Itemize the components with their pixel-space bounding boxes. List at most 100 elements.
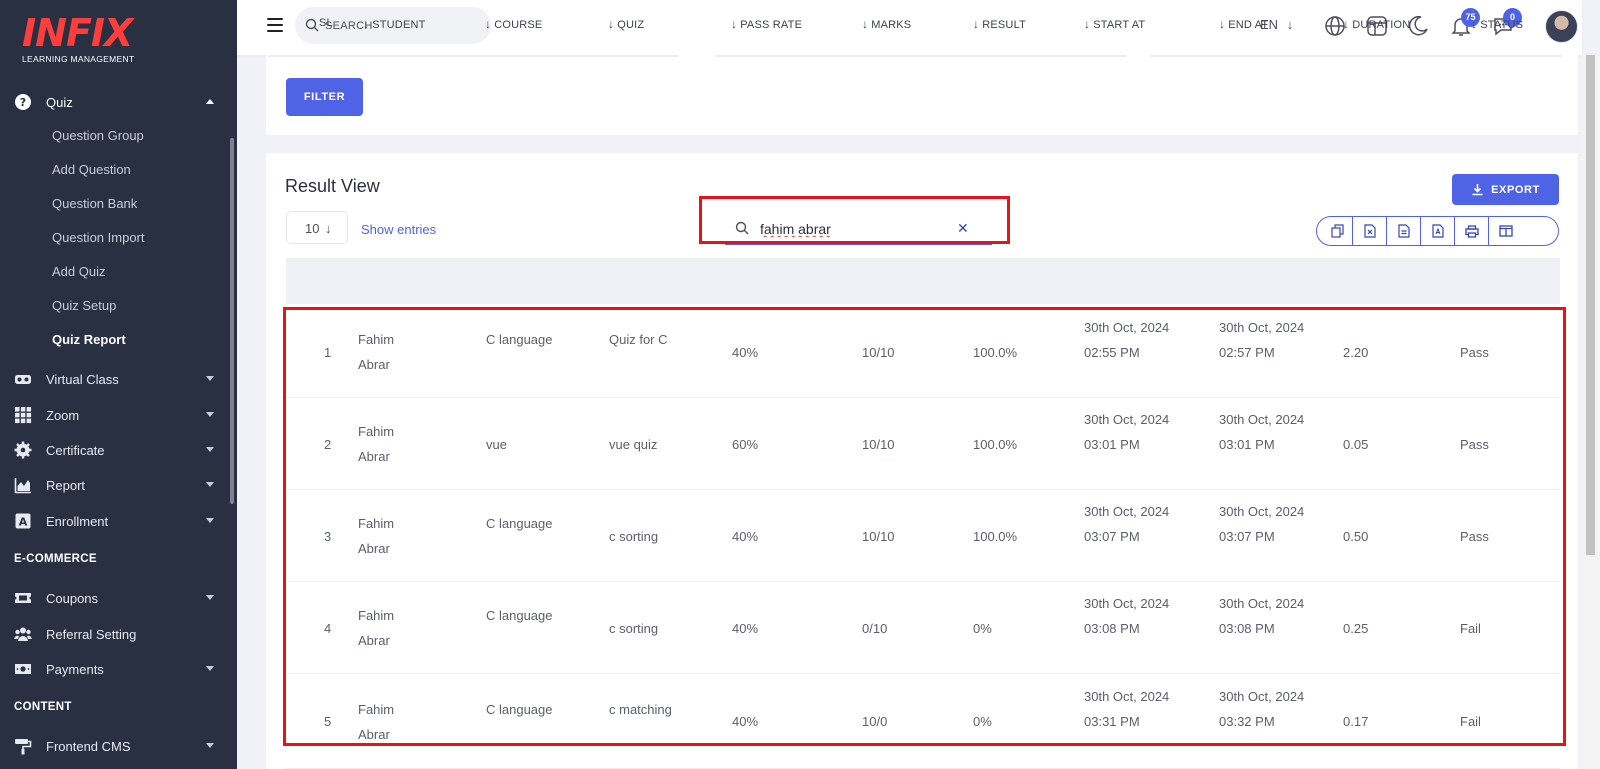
sidebar-item-frontend-cms[interactable]: Frontend CMS (0, 731, 230, 761)
copy-button[interactable] (1317, 217, 1353, 245)
filter-field-edge (716, 55, 1126, 57)
sidebar-item-referral-setting[interactable]: Referral Setting (0, 619, 230, 649)
sidebar-scrollbar[interactable] (230, 138, 234, 504)
column-header-label: RESULT (982, 19, 1026, 31)
sidebar-item-label: Zoom (46, 407, 80, 423)
chevron-down-icon (206, 447, 214, 452)
sidebar-item-payments[interactable]: Payments (0, 654, 230, 684)
column-header-start-at[interactable]: ↓ START AT (1084, 17, 1145, 31)
column-header-label: START AT (1093, 19, 1146, 31)
chevron-down-icon (206, 482, 214, 487)
print-button[interactable] (1455, 217, 1489, 245)
sidebar-item-label: Certificate (46, 442, 105, 458)
sidebar-item-label: Quiz (46, 94, 73, 110)
sidebar-item-report[interactable]: Report (0, 470, 230, 500)
chevron-down-icon (206, 743, 214, 748)
csv-button[interactable] (1387, 217, 1421, 245)
result-title: Result View (285, 176, 380, 196)
sort-arrow-icon: ↓ (608, 17, 615, 31)
entries-value: 10 (305, 221, 320, 236)
csv-file-icon (1397, 224, 1410, 238)
sidebar-item-label: Enrollment (46, 513, 109, 529)
search-highlight-box (699, 196, 1010, 244)
filter-field-edge (1150, 55, 1562, 57)
sort-arrow-icon: ↓ (862, 17, 869, 31)
column-header-label: MARKS (871, 19, 912, 31)
chevron-up-icon (206, 99, 214, 104)
sort-arrow-icon: ↓ (973, 17, 980, 31)
table-header (286, 258, 1560, 304)
section-heading-content: CONTENT (14, 701, 72, 713)
column-header-label: SL (319, 17, 333, 29)
sidebar-subitem-quiz-report[interactable]: Quiz Report (52, 332, 126, 347)
sort-arrow-icon: ↓ (1471, 17, 1478, 31)
sort-arrow-icon: ↓ (485, 17, 492, 31)
column-header-label: DURATION (1352, 19, 1411, 31)
chevron-down-icon (206, 666, 214, 671)
column-header-label: PASS RATE (740, 19, 803, 31)
sort-arrow-icon: ↓ (1219, 17, 1226, 31)
sidebar-item-label: Virtual Class (46, 371, 119, 387)
column-header-end-at[interactable]: ↓ END AT (1219, 17, 1268, 31)
sidebar-item-label: Report (46, 477, 86, 493)
user-avatar[interactable] (1545, 10, 1578, 43)
column-header-marks[interactable]: ↓ MARKS (862, 17, 911, 31)
sidebar-item-label: Referral Setting (46, 626, 137, 642)
chevron-down-icon (206, 518, 214, 523)
filter-field-edge (268, 55, 678, 57)
sidebar-subitem-add-question[interactable]: Add Question (52, 162, 131, 177)
download-icon (1472, 184, 1483, 196)
results-highlight-box (283, 307, 1566, 746)
sidebar-item-certificate[interactable]: Certificate (0, 435, 230, 465)
sort-arrow-icon: ↓ (1084, 17, 1091, 31)
excel-file-icon (1363, 224, 1376, 238)
chevron-down-icon (206, 595, 214, 600)
search-icon (305, 18, 319, 32)
column-header-label: QUIZ (617, 19, 645, 31)
filter-button[interactable]: FILTER (286, 78, 363, 116)
logo-subtitle: LEARNING MANAGEMENT (22, 54, 135, 64)
copy-icon (1331, 224, 1344, 238)
sidebar-subitem-question-bank[interactable]: Question Bank (52, 196, 137, 211)
printer-icon (1464, 224, 1479, 238)
sort-arrow-icon: ↓ (731, 17, 738, 31)
pdf-button[interactable] (1421, 217, 1455, 245)
sidebar-item-quiz[interactable]: ? Quiz (0, 87, 230, 117)
export-button[interactable]: EXPORT (1452, 174, 1559, 205)
sidebar-subitem-quiz-setup[interactable]: Quiz Setup (52, 298, 116, 313)
column-header-sl[interactable]: SL (319, 17, 333, 29)
sort-arrow-icon: ↓ (1343, 17, 1350, 31)
sidebar-item-enrollment[interactable]: A Enrollment (0, 506, 230, 536)
sidebar-item-zoom[interactable]: Zoom (0, 400, 230, 430)
sidebar-subitem-question-group[interactable]: Question Group (52, 128, 144, 143)
pdf-file-icon (1431, 224, 1444, 238)
brand-logo[interactable]: INFIX LEARNING MANAGEMENT (22, 14, 134, 64)
sidebar-subitem-question-import[interactable]: Question Import (52, 230, 145, 245)
export-label: EXPORT (1491, 183, 1540, 196)
export-toolbar (1316, 216, 1559, 246)
scrollbar-thumb[interactable] (1586, 55, 1595, 555)
sidebar-subitem-add-quiz[interactable]: Add Quiz (52, 264, 105, 279)
excel-button[interactable] (1353, 217, 1387, 245)
sidebar-item-coupons[interactable]: Coupons (0, 583, 230, 613)
sidebar-item-label: Coupons (46, 590, 99, 606)
entries-select[interactable]: 10 ↓ (286, 211, 348, 244)
sidebar-item-virtual-class[interactable]: Virtual Class (0, 364, 230, 394)
column-header-student[interactable]: ↓ STUDENT (363, 17, 426, 31)
column-header-result[interactable]: ↓ RESULT (973, 17, 1026, 31)
column-header-duration[interactable]: ↓ DURATION (1343, 17, 1410, 31)
column-header-label: STATUS (1480, 19, 1524, 31)
column-header-course[interactable]: ↓ COURSE (485, 17, 542, 31)
column-visibility-button[interactable] (1489, 217, 1523, 245)
arrow-down-icon: ↓ (1286, 17, 1294, 32)
menu-toggle-icon[interactable] (267, 18, 283, 32)
page-scrollbar[interactable] (1582, 55, 1600, 769)
filter-card (266, 55, 1578, 135)
chevron-down-icon (206, 412, 214, 417)
svg-text:?: ? (20, 96, 26, 109)
question-circle-icon: ? (15, 94, 31, 110)
sort-arrow-icon: ↓ (363, 17, 370, 31)
column-header-pass-rate[interactable]: ↓ PASS RATE (731, 17, 802, 31)
column-header-quiz[interactable]: ↓ QUIZ (608, 17, 644, 31)
column-header-status[interactable]: ↓ STATUS (1471, 17, 1523, 31)
